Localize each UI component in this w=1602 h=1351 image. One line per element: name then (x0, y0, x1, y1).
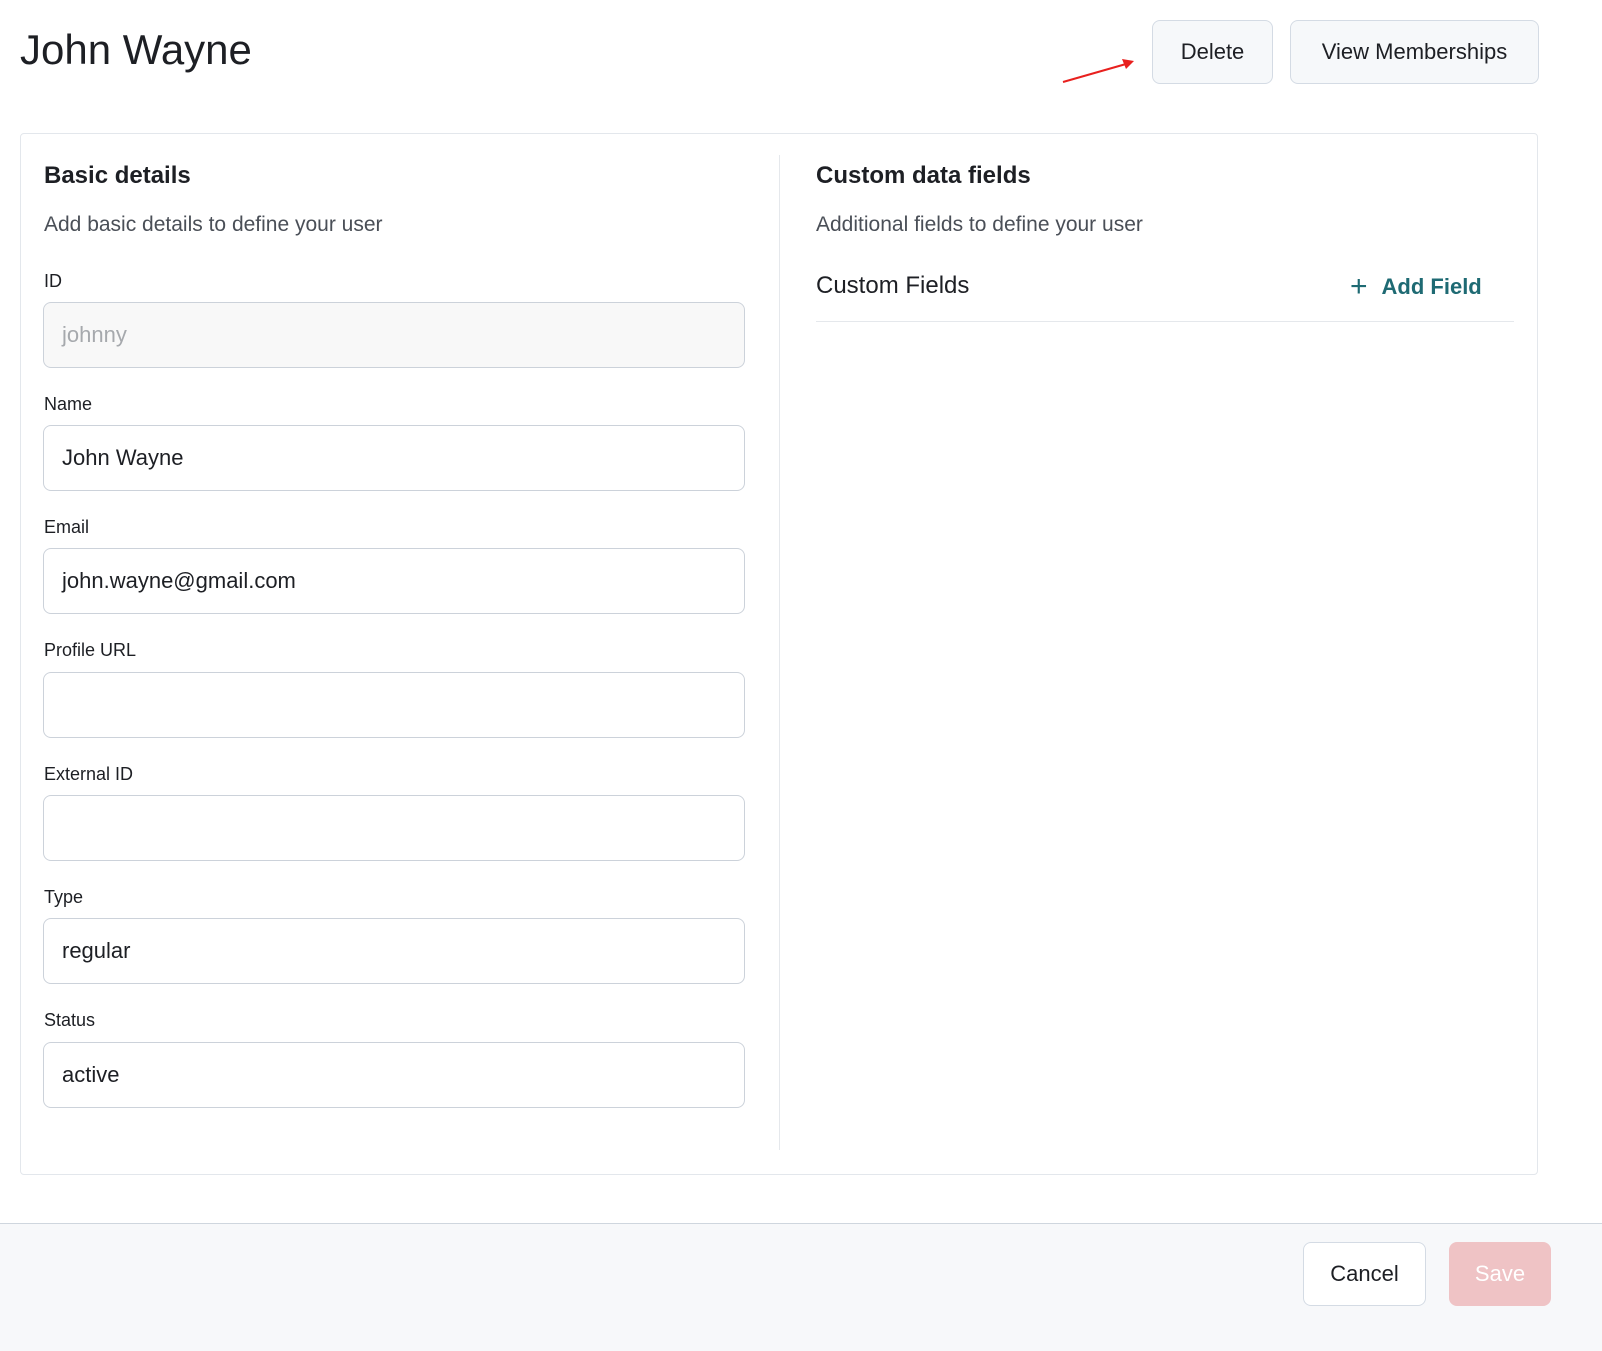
section-divider (779, 155, 780, 1150)
profile-url-input[interactable] (43, 672, 745, 738)
plus-icon: + (1350, 270, 1368, 303)
custom-fields-divider (816, 321, 1514, 322)
type-label: Type (44, 887, 84, 907)
email-label: Email (44, 517, 90, 537)
cancel-button[interactable]: Cancel (1303, 1242, 1426, 1306)
basic-details-subtitle: Add basic details to define your user (44, 213, 383, 236)
save-button[interactable]: Save (1449, 1242, 1551, 1306)
page-title: John Wayne (20, 26, 252, 73)
email-input[interactable]: john.wayne@gmail.com (43, 548, 745, 614)
add-field-label: Add Field (1381, 274, 1482, 299)
add-field-button[interactable]: + Add Field (1350, 272, 1482, 302)
external-id-label: External ID (44, 764, 134, 784)
custom-fields-label: Custom Fields (816, 272, 970, 299)
status-label: Status (44, 1010, 96, 1030)
basic-details-title: Basic details (44, 162, 191, 189)
status-input[interactable]: active (43, 1042, 745, 1108)
view-memberships-button[interactable]: View Memberships (1290, 20, 1539, 84)
name-input[interactable]: John Wayne (43, 425, 745, 491)
external-id-input[interactable] (43, 795, 745, 861)
delete-button[interactable]: Delete (1152, 20, 1273, 84)
annotation-arrow-icon (1062, 59, 1134, 83)
id-label: ID (44, 271, 62, 291)
custom-data-subtitle: Additional fields to define your user (816, 213, 1143, 236)
id-input: johnny (43, 302, 745, 368)
profile-url-label: Profile URL (44, 640, 137, 660)
type-input[interactable]: regular (43, 918, 745, 984)
name-label: Name (44, 394, 93, 414)
custom-data-title: Custom data fields (816, 162, 1031, 189)
